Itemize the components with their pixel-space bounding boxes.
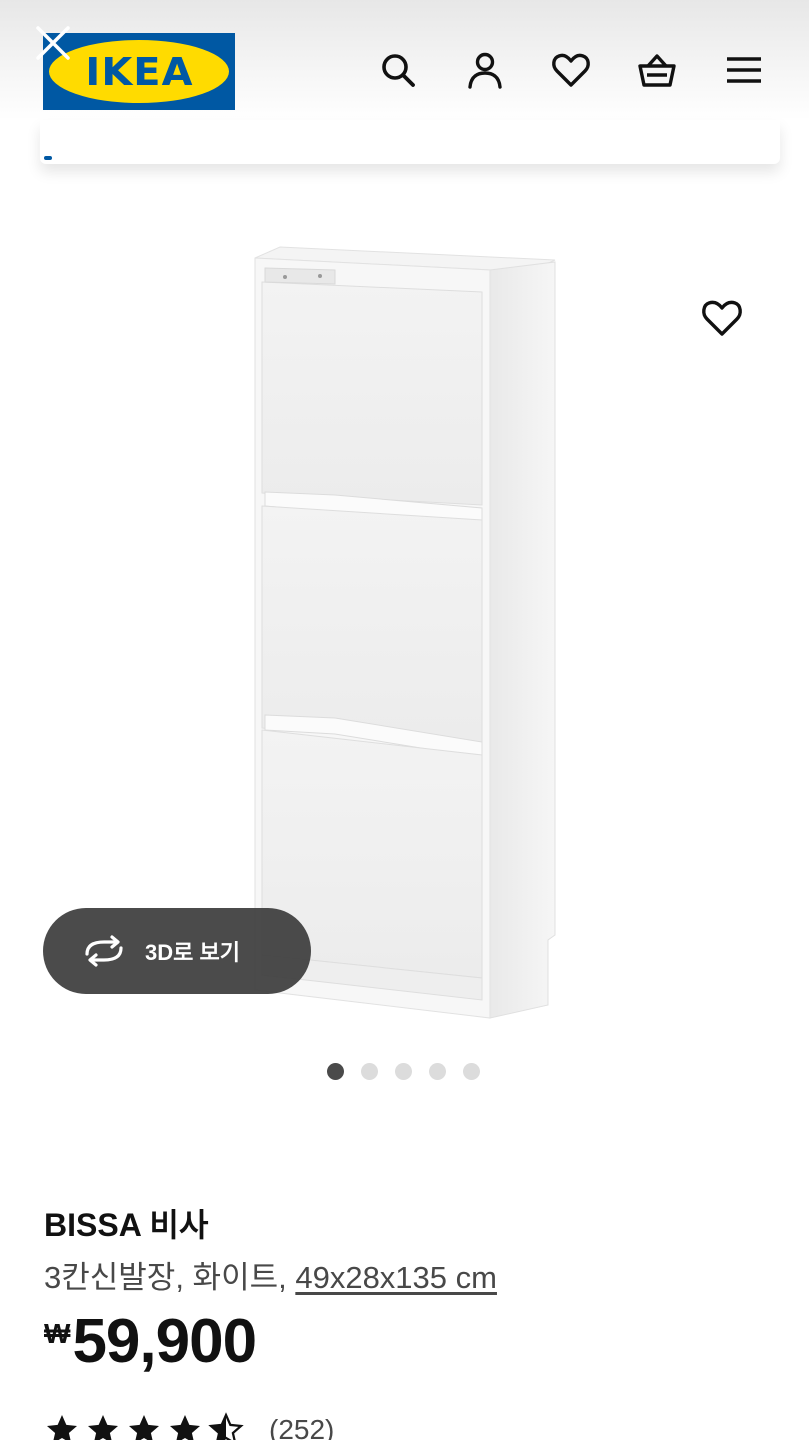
carousel-dots bbox=[327, 1063, 480, 1080]
basket-icon[interactable] bbox=[637, 50, 677, 90]
product-type: 3칸신발장, 화이트, bbox=[44, 1260, 296, 1295]
search-icon[interactable] bbox=[378, 50, 418, 90]
nav-indicator bbox=[44, 156, 52, 160]
sticky-nav-bar bbox=[40, 120, 780, 164]
star-full-icon bbox=[129, 1415, 159, 1440]
price-currency: ₩ bbox=[44, 1318, 71, 1349]
product-price: ₩ 59,900 bbox=[44, 1306, 257, 1377]
rotate-3d-icon bbox=[85, 935, 123, 967]
product-name: BISSA 비사 bbox=[44, 1207, 209, 1243]
star-full-icon bbox=[170, 1415, 200, 1440]
account-icon[interactable] bbox=[465, 50, 505, 90]
price-amount: 59,900 bbox=[72, 1307, 257, 1376]
view-3d-label: 3D로 보기 bbox=[145, 940, 240, 965]
carousel-dot-2[interactable] bbox=[361, 1063, 378, 1080]
add-to-wishlist-heart-icon[interactable] bbox=[700, 296, 744, 340]
view-3d-button[interactable]: 3D로 보기 bbox=[43, 908, 311, 994]
carousel-dot-4[interactable] bbox=[429, 1063, 446, 1080]
product-description: 3칸신발장, 화이트, 49x28x135 cm bbox=[44, 1252, 497, 1297]
star-full-icon bbox=[88, 1415, 118, 1440]
carousel-dot-3[interactable] bbox=[395, 1063, 412, 1080]
carousel-dot-1[interactable] bbox=[327, 1063, 344, 1080]
product-dimensions-link[interactable]: 49x28x135 cm bbox=[295, 1260, 497, 1295]
logo-oval: IKEA bbox=[49, 40, 229, 103]
carousel-dot-5[interactable] bbox=[463, 1063, 480, 1080]
logo-text: IKEA bbox=[84, 49, 194, 94]
top-header: IKEA bbox=[0, 0, 809, 120]
heart-icon[interactable] bbox=[551, 50, 591, 90]
star-half-icon bbox=[208, 1412, 244, 1440]
menu-icon[interactable] bbox=[724, 50, 764, 90]
review-count[interactable]: (252) bbox=[269, 1414, 334, 1440]
close-icon[interactable] bbox=[34, 24, 72, 62]
star-full-icon bbox=[47, 1415, 77, 1440]
rating-row[interactable]: (252) bbox=[44, 1412, 334, 1440]
